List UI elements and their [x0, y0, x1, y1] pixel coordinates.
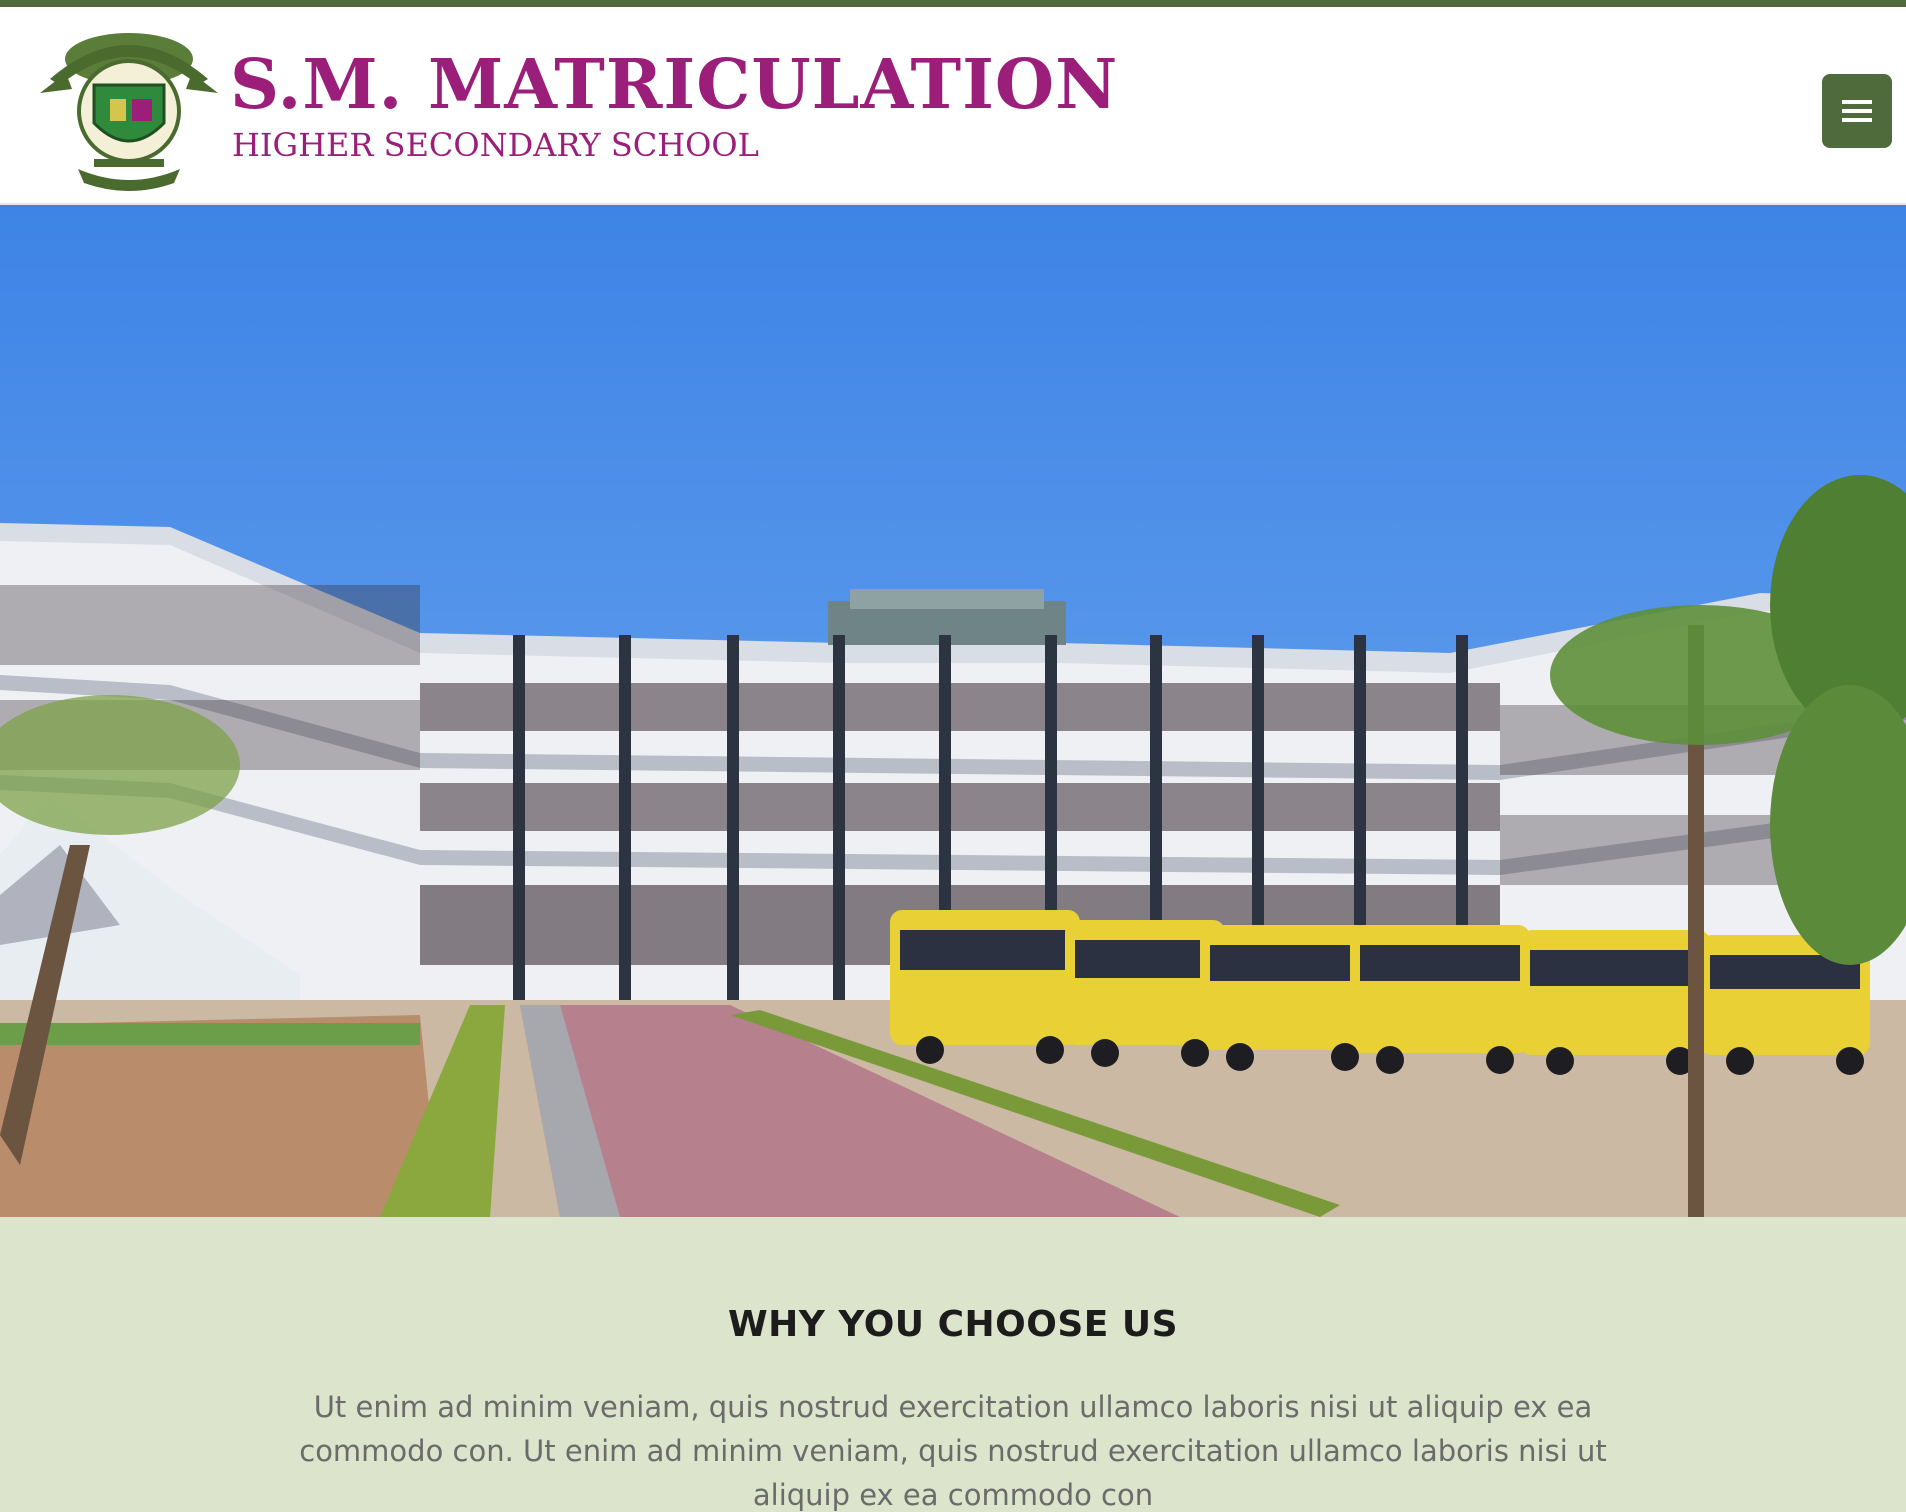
hamburger-menu-icon [1842, 100, 1872, 122]
school-name: S.M. MATRICULATION [230, 45, 1119, 125]
top-accent-bar [0, 0, 1906, 7]
section-description: Ut enim ad minim veniam, quis nostrud ex… [299, 1390, 1607, 1512]
site-header: S.M. MATRICULATION HIGHER SECONDARY SCHO… [0, 7, 1906, 205]
why-choose-us-section: WHY YOU CHOOSE US Ut enim ad minim venia… [0, 1217, 1906, 1512]
hero-banner [0, 205, 1906, 1217]
school-crest-logo-icon[interactable] [38, 19, 220, 197]
school-building-photo [0, 205, 1906, 1217]
menu-button[interactable] [1822, 74, 1892, 148]
school-subtitle: HIGHER SECONDARY SCHOOL [232, 126, 759, 164]
section-title: WHY YOU CHOOSE US [727, 1304, 1179, 1345]
